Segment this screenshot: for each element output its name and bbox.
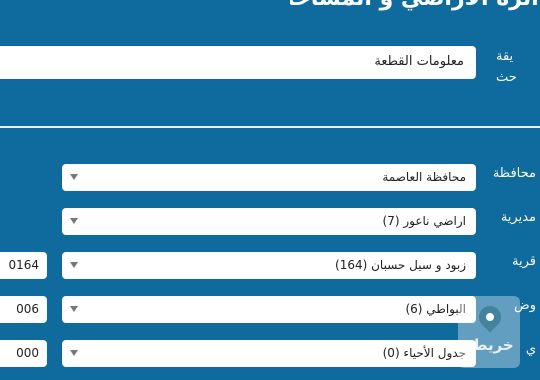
- neighborhood-label: ي: [525, 342, 536, 357]
- village-label: قرية: [512, 254, 536, 269]
- search-method-label: يقة حث: [496, 49, 517, 85]
- governorate-value: محافظة العاصمة: [382, 170, 466, 184]
- search-method-input[interactable]: معلومات القطعة: [0, 46, 476, 79]
- basin-value: البواطي (6): [405, 302, 466, 316]
- basin-select[interactable]: البواطي (6): [62, 296, 476, 323]
- directorate-label: مديرية: [500, 210, 536, 225]
- neighborhood-value: جدول الأحياء (0): [382, 346, 466, 360]
- map-pin-hole: [486, 313, 494, 321]
- neighborhood-code-field[interactable]: 000: [0, 340, 47, 367]
- directorate-value: اراضي ناعور (7): [382, 214, 466, 228]
- chevron-down-icon: [70, 174, 78, 180]
- chevron-down-icon: [70, 262, 78, 268]
- neighborhood-select[interactable]: جدول الأحياء (0): [62, 340, 476, 367]
- watermark-text: خريطة: [464, 336, 514, 354]
- directorate-select[interactable]: اراضي ناعور (7): [62, 208, 476, 235]
- governorate-select[interactable]: محافظة العاصمة: [62, 164, 476, 191]
- basin-code-field[interactable]: 006: [0, 296, 47, 323]
- chevron-down-icon: [70, 218, 78, 224]
- village-select[interactable]: زبود و سيل حسبان (164): [62, 252, 476, 279]
- village-code-field[interactable]: 0164: [0, 252, 47, 279]
- governorate-label: محافظة: [492, 166, 536, 181]
- divider: [0, 126, 540, 128]
- chevron-down-icon: [70, 350, 78, 356]
- chevron-down-icon: [70, 306, 78, 312]
- page-title: دائرة الأراضي و المساحة: [290, 0, 540, 11]
- village-value: زبود و سيل حسبان (164): [335, 258, 466, 272]
- watermark-logo: خريطة: [458, 296, 520, 368]
